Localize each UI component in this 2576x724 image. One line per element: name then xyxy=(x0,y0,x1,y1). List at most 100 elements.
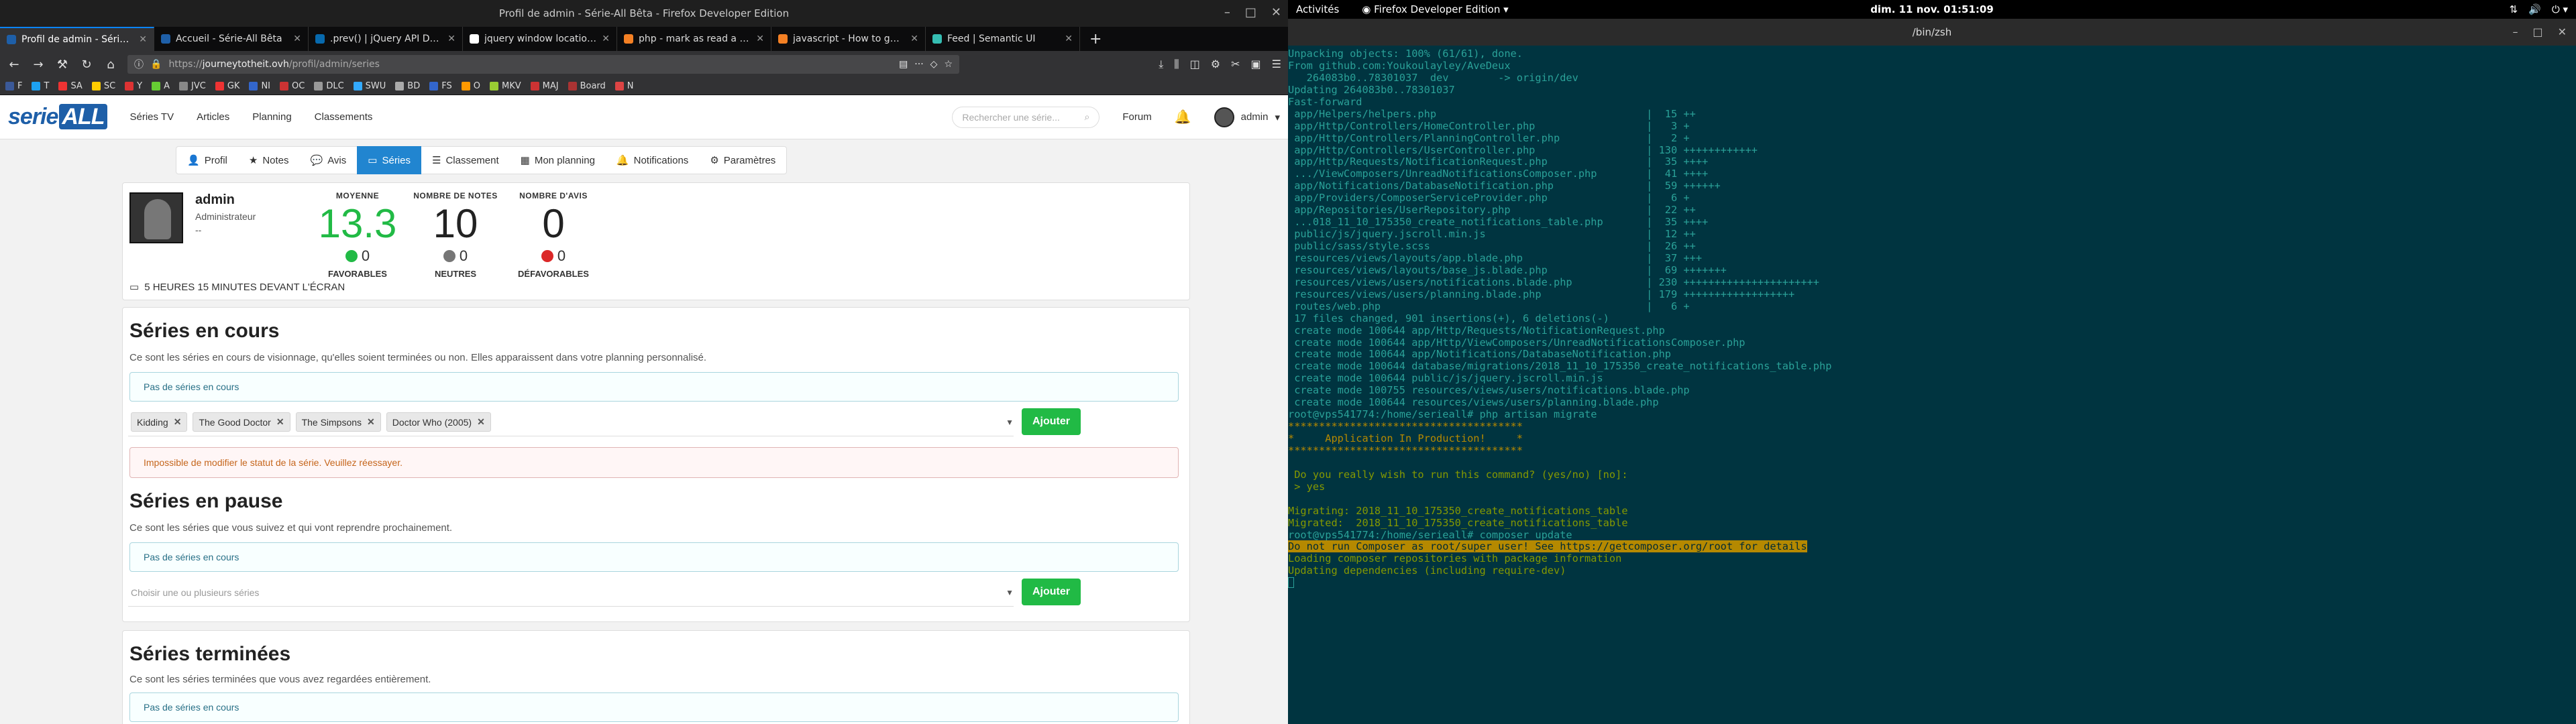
user-menu[interactable]: admin ▾ xyxy=(1214,107,1280,127)
extension-icon[interactable]: ▣ xyxy=(1251,58,1261,71)
terminal-line-text: ...018_11_10_175350_create_notifications… xyxy=(1288,216,1709,229)
terminal-line: root@vps541774:/home/serieall# composer … xyxy=(1288,529,2576,542)
tools-icon[interactable]: ⚒ xyxy=(55,58,70,72)
bookmark-icon xyxy=(395,82,405,90)
browser-tab[interactable]: .prev() | jQuery API Docu… ✕ xyxy=(309,27,463,51)
bookmark-item[interactable]: SWU xyxy=(353,81,386,91)
lock-icon[interactable]: 🔒 xyxy=(150,59,162,70)
bookmark-item[interactable]: O xyxy=(461,81,480,91)
bookmark-item[interactable]: F xyxy=(5,81,22,91)
screenshot-icon[interactable]: ✂ xyxy=(1231,58,1240,71)
browser-tab[interactable]: jquery window location h… ✕ xyxy=(463,27,617,51)
tab-classement[interactable]: ☰ Classement xyxy=(421,146,510,174)
tab-notes[interactable]: ★ Notes xyxy=(238,146,300,174)
browser-tab[interactable]: php - mark as read a spe… ✕ xyxy=(617,27,771,51)
series-multiselect[interactable]: Kidding ✕ The Good Doctor ✕ The Simpsons ✕ … xyxy=(128,408,1014,436)
tab-parametres[interactable]: ⚙ Paramètres xyxy=(699,146,786,174)
dropdown-arrow-icon[interactable]: ▼ xyxy=(1006,588,1014,597)
bookmark-item[interactable]: T xyxy=(32,81,49,91)
bookmark-item[interactable]: Y xyxy=(125,81,142,91)
library-icon[interactable]: ⫼ xyxy=(1174,58,1179,71)
bookmark-item[interactable]: Board xyxy=(568,81,606,91)
browser-tab[interactable]: javascript - How to get h… ✕ xyxy=(771,27,926,51)
page-actions-icon[interactable]: ··· xyxy=(914,59,923,70)
close-tab-icon[interactable]: ✕ xyxy=(1065,34,1073,44)
terminal-output[interactable]: Unpacking objects: 100% (61/61), done. Fr… xyxy=(1288,46,2576,589)
maximize-icon[interactable]: □ xyxy=(2532,25,2542,38)
reload-icon[interactable]: ↻ xyxy=(79,58,94,72)
remove-icon[interactable]: ✕ xyxy=(174,416,182,428)
terminal-line: resources/views/layouts/base_js.blade.ph… xyxy=(1288,264,2576,277)
minimize-icon[interactable]: – xyxy=(2512,25,2518,38)
close-icon[interactable]: ✕ xyxy=(2558,25,2567,38)
bookmark-item[interactable]: N xyxy=(614,81,634,91)
stat-caption: DÉFAVORABLES xyxy=(518,269,589,279)
minimize-icon[interactable]: – xyxy=(1224,5,1230,19)
sidebar-icon[interactable]: ◫ xyxy=(1190,58,1200,71)
bookmark-item[interactable]: OC xyxy=(280,81,305,91)
remove-icon[interactable]: ✕ xyxy=(276,416,284,428)
bookmark-item[interactable]: MKV xyxy=(489,81,521,91)
reader-icon[interactable]: ▤ xyxy=(899,59,908,70)
network-icon[interactable]: ⇅ xyxy=(2510,3,2518,15)
tab-profil[interactable]: 👤 Profil xyxy=(176,146,238,174)
url-bar[interactable]: ⓘ 🔒 https://journeytotheit.ovh/profil/ad… xyxy=(127,55,959,74)
bell-icon[interactable]: 🔔 xyxy=(1175,109,1191,125)
bookmark-item[interactable]: NI xyxy=(249,81,270,91)
browser-tab[interactable]: Accueil - Série-All Bêta ✕ xyxy=(154,27,309,51)
pocket-icon[interactable]: ◇ xyxy=(930,59,938,70)
add-button-pause[interactable]: Ajouter xyxy=(1022,579,1081,605)
tab-series[interactable]: ▭ Séries xyxy=(357,146,421,174)
close-tab-icon[interactable]: ✕ xyxy=(293,34,301,44)
remove-icon[interactable]: ✕ xyxy=(367,416,375,428)
maximize-icon[interactable]: □ xyxy=(1245,5,1256,19)
power-icon[interactable]: ⏻ ▾ xyxy=(2552,3,2568,15)
browser-tab[interactable]: Profil de admin - Série-All Bêta ✕ xyxy=(0,27,154,51)
home-icon[interactable]: ⌂ xyxy=(103,58,118,72)
close-tab-icon[interactable]: ✕ xyxy=(447,34,455,44)
volume-icon[interactable]: 🔊 xyxy=(2528,3,2541,15)
download-icon[interactable]: ⤓ xyxy=(1159,58,1163,71)
series-multiselect-pause[interactable]: Choisir une ou plusieurs séries ▼ xyxy=(128,579,1014,607)
bookmark-item[interactable]: DLC xyxy=(314,81,344,91)
forward-icon[interactable]: → xyxy=(31,58,46,72)
tab-avis[interactable]: 💬 Avis xyxy=(300,146,358,174)
close-tab-icon[interactable]: ✕ xyxy=(910,34,918,44)
terminal-line-text: public/js/jquery.jscroll.min.js | 12 ++ xyxy=(1288,228,1696,241)
tab-notifications[interactable]: 🔔 Notifications xyxy=(606,146,699,174)
nav-series-tv[interactable]: Séries TV xyxy=(130,111,174,123)
activities-button[interactable]: Activités xyxy=(1296,3,1339,15)
site-logo[interactable]: serie ALL xyxy=(8,104,107,130)
bookmark-item[interactable]: SA xyxy=(58,81,83,91)
tab-planning[interactable]: ▦ Mon planning xyxy=(510,146,606,174)
bookmark-star-icon[interactable]: ☆ xyxy=(944,59,953,70)
nav-articles[interactable]: Articles xyxy=(197,111,229,123)
nav-planning[interactable]: Planning xyxy=(252,111,291,123)
close-tab-icon[interactable]: ✕ xyxy=(602,34,610,44)
nav-classements[interactable]: Classements xyxy=(315,111,373,123)
bookmark-item[interactable]: JVC xyxy=(179,81,206,91)
close-tab-icon[interactable]: ✕ xyxy=(756,34,764,44)
bookmark-item[interactable]: FS xyxy=(429,81,452,91)
clock[interactable]: dim. 11 nov. 01:51:09 xyxy=(1870,3,1994,15)
add-button[interactable]: Ajouter xyxy=(1022,408,1081,435)
site-search-input[interactable]: Rechercher une série... ⌕ xyxy=(952,106,1100,128)
menu-icon[interactable]: ☰ xyxy=(1272,58,1281,71)
forum-link[interactable]: Forum xyxy=(1122,111,1151,123)
back-icon[interactable]: ← xyxy=(7,58,21,72)
bookmark-item[interactable]: SC xyxy=(91,81,115,91)
devtools-icon[interactable]: ⚙ xyxy=(1211,58,1220,71)
new-tab-button[interactable]: + xyxy=(1080,27,1111,51)
dropdown-arrow-icon[interactable]: ▼ xyxy=(1006,418,1014,427)
bookmark-item[interactable]: GK xyxy=(215,81,239,91)
remove-icon[interactable]: ✕ xyxy=(477,416,485,428)
app-menu[interactable]: ◉ Firefox Developer Edition ▾ xyxy=(1362,3,1508,15)
bookmark-item[interactable]: BD xyxy=(395,81,420,91)
bookmark-item[interactable]: A xyxy=(152,81,170,91)
terminal-line: app/Providers/ComposerServiceProvider.ph… xyxy=(1288,192,2576,204)
bookmark-item[interactable]: MAJ xyxy=(530,81,559,91)
close-tab-icon[interactable]: ✕ xyxy=(139,34,147,45)
close-icon[interactable]: ✕ xyxy=(1271,5,1281,19)
browser-tab[interactable]: Feed | Semantic UI ✕ xyxy=(926,27,1080,51)
info-icon[interactable]: ⓘ xyxy=(134,58,144,71)
